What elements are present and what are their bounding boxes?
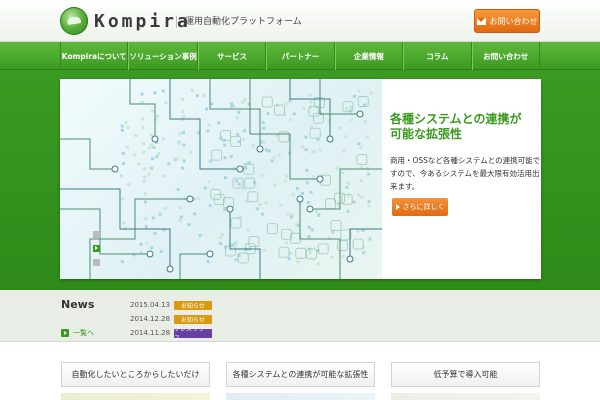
global-nav: Kompiraについて ソリューション事例 サービス パートナー 企業情報 コラ… — [0, 42, 600, 70]
play-icon — [93, 244, 100, 252]
nav-item-about[interactable]: Kompiraについて — [60, 42, 129, 70]
news-category-badge: お知らせ — [174, 300, 212, 310]
header-contact-button[interactable]: お問い合わせ — [474, 9, 540, 33]
site-header: Kompira 運用自動化プラットフォーム お問い合わせ — [0, 0, 600, 42]
feature-image-3 — [391, 393, 540, 400]
chevron-right-icon — [395, 204, 400, 210]
feature-image-1 — [61, 393, 210, 400]
slide-item-1[interactable] — [93, 229, 104, 239]
play-icon — [61, 329, 69, 337]
news-category-badge: お知らせ — [174, 314, 212, 324]
hero-description: 商用・OSSなど各種システムとの連携可能ですので、今あるシステムを最大限有効活用… — [390, 156, 541, 191]
kompira-logo-icon — [60, 7, 88, 35]
news-item: 2014.11.28 プレスリリース — [130, 326, 218, 342]
nav-item-contact[interactable]: お問い合わせ — [471, 42, 540, 70]
news-date: 2014.11.28 — [130, 329, 171, 337]
hero-title: 各種システムとの連携が 可能な拡張性 — [390, 112, 541, 142]
feature-image-2 — [226, 393, 375, 400]
hero-more-button[interactable]: さらに詳しく — [392, 198, 448, 216]
feature-tab-1[interactable]: 自動化したいところからしたいだけ — [61, 362, 210, 387]
news-category-badge: プレスリリース — [174, 326, 212, 342]
nav-item-company[interactable]: 企業情報 — [334, 42, 404, 70]
slide-item-2[interactable] — [93, 243, 104, 253]
news-list-link[interactable]: 一覧へ — [61, 328, 94, 338]
nav-item-column[interactable]: コラム — [403, 42, 472, 70]
hero-title-line2: 可能な拡張性 — [390, 127, 463, 141]
hero-text-panel: 各種システムとの連携が 可能な拡張性 商用・OSSなど各種システムとの連携可能で… — [390, 79, 541, 279]
slide-bullet-icon — [93, 258, 100, 266]
header-contact-label: お問い合わせ — [489, 16, 538, 26]
feature-tab-3[interactable]: 低予算で導入可能 — [391, 362, 540, 387]
nav-item-solutions[interactable]: ソリューション事例 — [128, 42, 198, 70]
news-item: 2015.04.13 お知らせ — [130, 299, 218, 311]
nav-item-partners[interactable]: パートナー — [266, 42, 335, 70]
hero-circuit-image — [60, 79, 382, 279]
news-date: 2015.04.13 — [130, 301, 171, 309]
hero-more-label: さらに詳しく — [402, 203, 445, 211]
hero-title-line1: 各種システムとの連携が — [390, 112, 522, 126]
slide-item-3[interactable] — [93, 257, 104, 267]
news-list-label: 一覧へ — [73, 329, 94, 337]
site-logo[interactable]: Kompira — [60, 7, 191, 35]
slide-bullet-icon — [93, 230, 100, 238]
mail-icon — [476, 17, 486, 25]
news-date: 2014.12.28 — [130, 315, 171, 323]
news-title: News — [61, 298, 95, 311]
site-tagline: 運用自動化プラットフォーム — [176, 16, 302, 28]
nav-item-services[interactable]: サービス — [197, 42, 267, 70]
feature-tab-2[interactable]: 各種システムとの連携が可能な拡張性 — [226, 362, 375, 387]
hero-slider: 各種システムとの連携が 可能な拡張性 商用・OSSなど各種システムとの連携可能で… — [60, 79, 541, 279]
